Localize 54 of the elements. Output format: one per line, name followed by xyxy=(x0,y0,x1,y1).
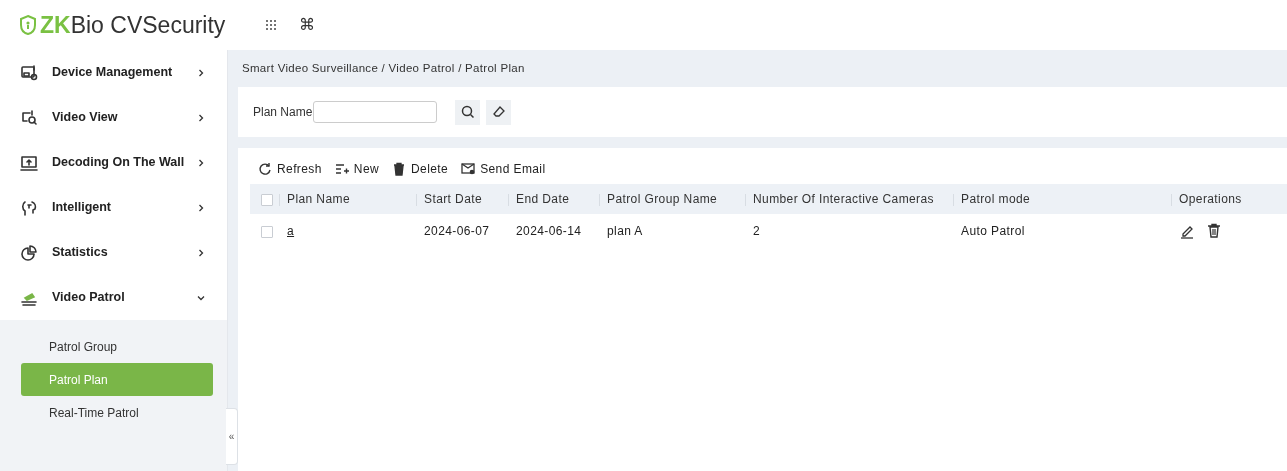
breadcrumb: Smart Video Surveillance / Video Patrol / Patrol Plan xyxy=(241,60,526,76)
pie-chart-icon xyxy=(20,243,38,262)
refresh-button[interactable]: Refresh xyxy=(258,160,322,178)
trash-icon[interactable] xyxy=(1207,223,1221,239)
trash-icon xyxy=(392,162,407,176)
refresh-icon xyxy=(258,162,272,176)
field-label: Plan Name xyxy=(253,104,313,121)
column-header: End Date xyxy=(516,192,570,206)
device-icon xyxy=(20,63,38,82)
sidebar-item[interactable]: Decoding On The Wall xyxy=(0,140,227,185)
table-cell: 2024-06-07 xyxy=(424,224,490,238)
eraser-icon xyxy=(491,105,506,119)
search-icon xyxy=(460,105,475,119)
search-button[interactable] xyxy=(455,99,481,125)
apps-grid-icon[interactable] xyxy=(265,19,278,31)
sidebar-item[interactable]: Intelligent xyxy=(0,185,227,230)
table-cell: 2 xyxy=(753,224,761,238)
sidebar-item[interactable]: Device Management xyxy=(0,50,227,95)
chevron-right-icon xyxy=(197,113,205,122)
column-header: Operations xyxy=(1179,192,1242,206)
new-button[interactable]: New xyxy=(334,160,380,178)
collapse-handle[interactable]: « xyxy=(226,408,238,465)
clear-button[interactable] xyxy=(486,99,512,125)
column-header: Number Of Interactive Cameras xyxy=(753,192,934,206)
mail-gear-icon xyxy=(461,162,476,176)
column-header: Plan Name xyxy=(287,192,350,206)
sidebar-item[interactable]: Video View xyxy=(0,95,227,140)
monitor-search-icon xyxy=(20,108,38,127)
chevron-right-icon xyxy=(197,68,205,77)
plan-link[interactable]: a xyxy=(287,224,295,238)
row-checkbox[interactable] xyxy=(261,225,273,238)
shield-icon xyxy=(18,14,38,36)
shortcut-icon[interactable]: ⌘ xyxy=(299,13,316,37)
logo: ZKBio CVSecurity xyxy=(18,13,226,37)
chevron-right-icon xyxy=(197,248,205,257)
sidebar-item[interactable]: Statistics xyxy=(0,230,227,275)
chevron-down-icon xyxy=(197,293,205,302)
select-all-checkbox[interactable] xyxy=(261,193,273,206)
chevron-right-icon xyxy=(197,158,205,167)
add-list-icon xyxy=(334,162,349,176)
column-header: Patrol mode xyxy=(961,192,1031,206)
email-button[interactable]: Send Email xyxy=(461,160,546,178)
sidebar-item[interactable]: Video Patrol xyxy=(0,275,227,320)
upload-screen-icon xyxy=(20,153,38,172)
table-cell: plan A xyxy=(607,224,643,238)
submenu-item[interactable]: Patrol Group xyxy=(21,330,213,363)
plan-name-field[interactable] xyxy=(313,101,438,123)
column-header: Patrol Group Name xyxy=(607,192,718,206)
column-header: Start Date xyxy=(424,192,483,206)
table-cell: Auto Patrol xyxy=(961,224,1025,238)
submenu-item[interactable]: Real-Time Patrol xyxy=(21,396,213,429)
chevron-right-icon xyxy=(197,203,205,212)
delete-button[interactable]: Delete xyxy=(392,160,449,178)
table-cell: 2024-06-14 xyxy=(516,224,582,238)
